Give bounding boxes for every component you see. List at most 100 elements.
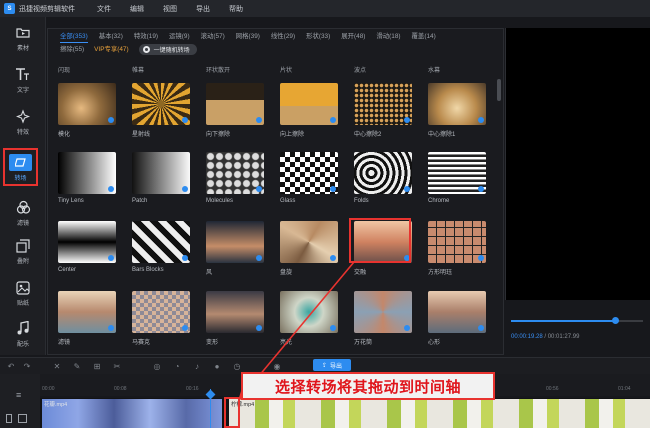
menu-export[interactable]: 导出: [196, 4, 210, 14]
transition-thumbnail[interactable]: [206, 221, 264, 263]
transition-thumbnail[interactable]: [280, 152, 338, 194]
download-icon[interactable]: [478, 255, 484, 261]
transition-thumbnail[interactable]: [428, 83, 486, 125]
tab-cover[interactable]: 覆盖(14): [412, 32, 436, 43]
sidebar-item-overlay[interactable]: 叠附: [0, 232, 46, 270]
tab-expand[interactable]: 展开(48): [341, 32, 365, 43]
download-icon[interactable]: [404, 325, 410, 331]
transition-label: 万花筒: [354, 340, 373, 346]
transition-thumbnail[interactable]: [58, 291, 116, 333]
transition-label: 风: [206, 270, 213, 276]
column-header: 闪现: [58, 68, 71, 74]
transition-thumbnail[interactable]: [280, 83, 338, 125]
edit-icon[interactable]: ✎: [72, 361, 82, 371]
transition-thumbnail[interactable]: [354, 83, 412, 125]
download-icon[interactable]: [256, 255, 262, 261]
tab-linear[interactable]: 线性(29): [271, 32, 295, 43]
export-button[interactable]: ⇪ 导出: [313, 359, 351, 371]
tab-basic[interactable]: 基本(32): [99, 32, 123, 43]
menu-file[interactable]: 文件: [97, 4, 111, 14]
menu-help[interactable]: 帮助: [229, 4, 243, 14]
mic-icon[interactable]: ●: [212, 361, 222, 371]
menu-edit[interactable]: 编辑: [130, 4, 144, 14]
transition-thumbnail[interactable]: [280, 291, 338, 333]
random-transition-button[interactable]: 一键随机转场: [138, 44, 197, 55]
sidebar-item-media[interactable]: 素材: [0, 19, 46, 57]
tab-effects[interactable]: 特效(19): [134, 32, 158, 43]
transition-thumbnail[interactable]: [58, 152, 116, 194]
split-icon[interactable]: ✂: [112, 361, 122, 371]
download-icon[interactable]: [108, 186, 114, 192]
download-icon[interactable]: [478, 117, 484, 123]
transition-thumbnail[interactable]: [280, 221, 338, 263]
tab-wipe[interactable]: 擦除(55): [60, 45, 84, 55]
transition-label: Patch: [132, 198, 148, 204]
transition-thumbnail[interactable]: [58, 221, 116, 263]
transition-thumbnail[interactable]: [206, 152, 264, 194]
export-icon: ⇪: [321, 362, 327, 369]
zoom-icon[interactable]: ◎: [152, 361, 162, 371]
download-icon[interactable]: [330, 186, 336, 192]
transition-thumbnail[interactable]: [132, 83, 190, 125]
transition-thumbnail[interactable]: [354, 291, 412, 333]
tab-all[interactable]: 全部(353): [60, 32, 88, 43]
download-icon[interactable]: [256, 325, 262, 331]
transition-label: 马赛克: [132, 340, 151, 346]
download-icon[interactable]: [478, 325, 484, 331]
sidebar-item-music[interactable]: 配乐: [0, 315, 46, 353]
timer-icon[interactable]: ◷: [232, 361, 242, 371]
menu-view[interactable]: 视图: [163, 4, 177, 14]
track-menu-icon[interactable]: ≡: [16, 390, 21, 400]
download-icon[interactable]: [182, 255, 188, 261]
download-icon[interactable]: [404, 117, 410, 123]
tab-slide[interactable]: 滑动(18): [376, 32, 400, 43]
redo-icon[interactable]: ↷: [22, 361, 32, 371]
undo-icon[interactable]: ↶: [6, 361, 16, 371]
transition-thumbnail[interactable]: [428, 291, 486, 333]
download-icon[interactable]: [108, 255, 114, 261]
panel-scrollbar[interactable]: [497, 79, 501, 101]
sidebar-item-text[interactable]: 文字: [0, 61, 46, 99]
download-icon[interactable]: [330, 117, 336, 123]
transition-label: 交融: [354, 270, 367, 276]
tab-vip[interactable]: VIP专享(47): [94, 45, 128, 55]
download-icon[interactable]: [404, 186, 410, 192]
tab-grid[interactable]: 网格(39): [236, 32, 260, 43]
mark-icon[interactable]: ◉: [272, 361, 282, 371]
transition-thumbnail[interactable]: [58, 83, 116, 125]
text-icon: [14, 67, 32, 83]
timeline-clip-petals[interactable]: [42, 399, 222, 428]
sidebar-item-effects[interactable]: 特效: [0, 103, 46, 141]
transition-thumbnail[interactable]: [132, 221, 190, 263]
transition-thumbnail[interactable]: [354, 152, 412, 194]
download-icon[interactable]: [256, 186, 262, 192]
download-icon[interactable]: [108, 117, 114, 123]
download-icon[interactable]: [182, 186, 188, 192]
download-icon[interactable]: [330, 255, 336, 261]
transition-thumbnail[interactable]: [428, 221, 486, 263]
sidebar-item-transitions[interactable]: 转场: [3, 148, 38, 186]
download-icon[interactable]: [182, 117, 188, 123]
transition-thumbnail[interactable]: [132, 291, 190, 333]
timeline-clip-lemon[interactable]: [229, 399, 650, 428]
download-icon[interactable]: [182, 325, 188, 331]
transition-thumbnail[interactable]: [206, 83, 264, 125]
download-icon[interactable]: [478, 186, 484, 192]
transition-thumbnail[interactable]: [132, 152, 190, 194]
download-icon[interactable]: [108, 325, 114, 331]
speed-icon[interactable]: ◔: [172, 361, 182, 371]
category-tabs-row2: 擦除(55) VIP专享(47) 一键随机转场: [60, 44, 197, 55]
sidebar-item-stickers[interactable]: 贴纸: [0, 274, 46, 312]
transition-thumbnail[interactable]: [206, 291, 264, 333]
crop-icon[interactable]: ⊞: [92, 361, 102, 371]
voice-icon[interactable]: ♪: [192, 361, 202, 371]
playhead[interactable]: [210, 389, 211, 428]
tab-camera[interactable]: 运镜(9): [169, 32, 190, 43]
delete-icon[interactable]: ✕: [52, 361, 62, 371]
tab-scroll[interactable]: 滚动(57): [201, 32, 225, 43]
download-icon[interactable]: [330, 325, 336, 331]
sidebar-item-filters[interactable]: 滤镜: [0, 194, 46, 232]
tab-shape[interactable]: 形状(33): [306, 32, 330, 43]
transition-thumbnail[interactable]: [428, 152, 486, 194]
download-icon[interactable]: [256, 117, 262, 123]
